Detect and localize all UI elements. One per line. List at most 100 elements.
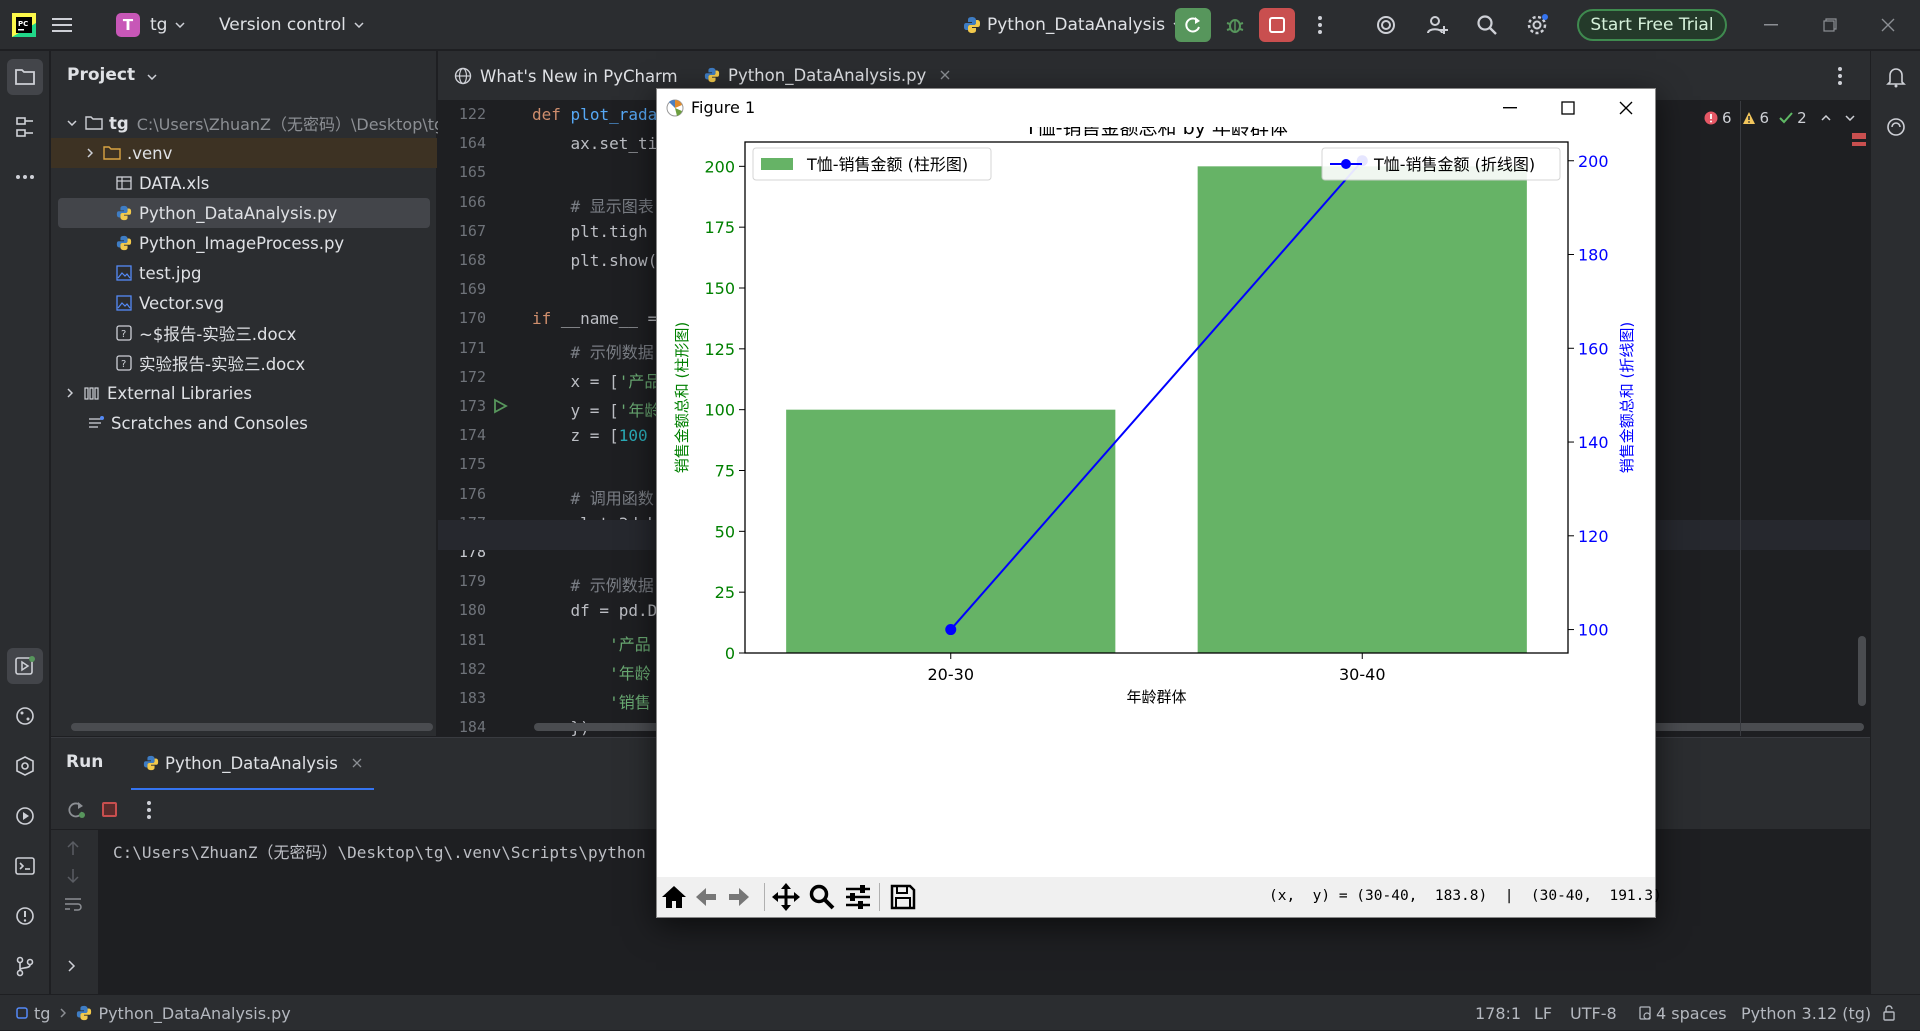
- pycharm-logo-icon[interactable]: PC: [12, 0, 36, 50]
- code-line[interactable]: x = ['产品: [532, 368, 661, 392]
- chevron-right-icon[interactable]: [68, 960, 76, 972]
- notifications-button[interactable]: [1878, 59, 1914, 95]
- code-line[interactable]: '产品: [532, 631, 651, 655]
- tree-item-test-jpg[interactable]: test.jpg: [51, 258, 437, 288]
- project-panel-title[interactable]: Project: [67, 65, 157, 85]
- code-line[interactable]: df = pd.D: [532, 601, 658, 620]
- python-packages-button[interactable]: [7, 698, 43, 734]
- search-button[interactable]: [1469, 8, 1505, 42]
- figure-minimize-button[interactable]: [1481, 89, 1539, 127]
- rerun-icon[interactable]: [66, 800, 86, 820]
- chevron-up-icon[interactable]: [1821, 115, 1831, 121]
- debug-tool-button[interactable]: [7, 798, 43, 834]
- more-horizontal-icon: [16, 175, 34, 179]
- tree-item-python-imageprocess[interactable]: Python_ImageProcess.py: [51, 228, 437, 258]
- stop-icon[interactable]: [102, 802, 117, 817]
- code-line[interactable]: # 调用函数: [532, 485, 654, 509]
- tree-item-python-dataanalysis[interactable]: Python_DataAnalysis.py: [58, 198, 430, 228]
- rerun-button[interactable]: [1175, 8, 1211, 42]
- ai-chat-button[interactable]: [1878, 109, 1914, 145]
- tree-item-root[interactable]: tg C:\Users\ZhuanZ（无密码）\Desktop\tg: [51, 108, 444, 138]
- debug-button[interactable]: [1217, 8, 1253, 42]
- more-vertical-icon[interactable]: [147, 801, 151, 819]
- python-interpreter[interactable]: Python 3.12 (tg): [1741, 995, 1871, 1031]
- configure-icon[interactable]: [845, 885, 871, 909]
- tree-item-report-docx[interactable]: ? 实验报告-实验三.docx: [51, 348, 437, 378]
- arrow-up-icon[interactable]: [66, 840, 80, 856]
- caret-position[interactable]: 178:1: [1475, 995, 1521, 1031]
- code-line[interactable]: # 示例数据: [532, 339, 654, 363]
- code-line[interactable]: def plot_rada: [532, 105, 657, 124]
- tab-whats-new[interactable]: What's New in PyCharm: [454, 51, 678, 101]
- code-line[interactable]: ax.set_ti: [532, 134, 658, 153]
- stop-button[interactable]: [1259, 8, 1295, 42]
- soft-wrap-icon[interactable]: [64, 896, 82, 912]
- arrow-down-icon[interactable]: [66, 868, 80, 884]
- code-line[interactable]: plt.tigh: [532, 222, 648, 241]
- code-line[interactable]: z = [100: [532, 426, 648, 445]
- vcs-menu[interactable]: Version control: [219, 0, 364, 50]
- code-line[interactable]: y = ['年龄: [532, 397, 661, 421]
- more-actions-button[interactable]: [1302, 8, 1338, 42]
- line-separator[interactable]: LF: [1534, 995, 1552, 1031]
- figure-close-button[interactable]: [1597, 89, 1655, 127]
- more-vertical-icon[interactable]: [1838, 67, 1842, 85]
- minimize-window-button[interactable]: [1753, 8, 1789, 42]
- run-tool-button[interactable]: [7, 648, 43, 684]
- start-free-trial-button[interactable]: Start Free Trial: [1577, 9, 1727, 41]
- terminal-tool-button[interactable]: [7, 848, 43, 884]
- tree-item-data-xls[interactable]: DATA.xls: [51, 168, 437, 198]
- figure-maximize-button[interactable]: [1539, 89, 1597, 127]
- run-config-selector[interactable]: Python_DataAnalysis: [963, 0, 1183, 50]
- settings-button[interactable]: [1519, 8, 1555, 42]
- project-tool-button[interactable]: [7, 59, 43, 95]
- run-gutter-icon[interactable]: [492, 398, 508, 414]
- chart-canvas[interactable]: 0 25 50 75 100 125 150 175 200 100 120 140 160 180 200…: [657, 127, 1655, 877]
- error-stripe-mark[interactable]: [1852, 142, 1866, 146]
- restore-window-button[interactable]: [1812, 8, 1848, 42]
- tree-item-vector-svg[interactable]: Vector.svg: [51, 288, 437, 318]
- tree-item-label: 实验报告-实验三.docx: [139, 355, 306, 374]
- code-line[interactable]: if __name__ =: [532, 309, 657, 328]
- inspection-widget[interactable]: 6 6 2: [1704, 109, 1855, 127]
- more-tools-button[interactable]: [7, 159, 43, 195]
- close-window-button[interactable]: [1870, 8, 1906, 42]
- add-user-button[interactable]: [1419, 8, 1455, 42]
- code-line[interactable]: '年龄: [532, 660, 651, 684]
- tree-item-scratches[interactable]: Scratches and Consoles: [51, 408, 437, 438]
- lock-icon[interactable]: [1882, 995, 1896, 1031]
- zoom-icon[interactable]: [809, 884, 835, 910]
- project-switcher[interactable]: T tg: [116, 0, 185, 50]
- code-line[interactable]: # 示例数据: [532, 572, 654, 596]
- code-line[interactable]: plt.show(: [532, 251, 658, 270]
- indent-setting[interactable]: 4 spaces: [1638, 995, 1727, 1031]
- file-encoding[interactable]: UTF-8: [1570, 995, 1617, 1031]
- pan-icon[interactable]: [772, 883, 800, 911]
- tree-item-venv[interactable]: .venv: [51, 138, 437, 168]
- horizontal-scrollbar[interactable]: [71, 723, 433, 731]
- vertical-scrollbar[interactable]: [1858, 636, 1866, 706]
- error-stripe-mark[interactable]: [1852, 133, 1866, 139]
- run-icon: [14, 655, 36, 677]
- structure-tool-button[interactable]: [7, 109, 43, 145]
- close-tab-icon[interactable]: [940, 70, 950, 80]
- tree-item-temp-docx[interactable]: ? ~$报告-实验三.docx: [51, 318, 437, 348]
- git-tool-button[interactable]: [7, 948, 43, 984]
- services-tool-button[interactable]: [7, 748, 43, 784]
- line-number: 180: [458, 601, 486, 620]
- save-icon[interactable]: [890, 884, 916, 910]
- back-icon[interactable]: [694, 885, 718, 909]
- ai-assistant-button[interactable]: [1368, 8, 1404, 42]
- home-icon[interactable]: [661, 884, 687, 910]
- code-line[interactable]: # 显示图表: [532, 193, 654, 217]
- code-line[interactable]: '销售: [532, 689, 651, 713]
- left-tool-strip: [0, 51, 50, 994]
- problems-tool-button[interactable]: [7, 898, 43, 934]
- breadcrumb[interactable]: tg Python_DataAnalysis.py: [16, 995, 291, 1031]
- close-tab-icon[interactable]: [352, 758, 362, 768]
- chevron-down-icon[interactable]: [1845, 115, 1855, 121]
- forward-icon[interactable]: [727, 885, 751, 909]
- run-tab[interactable]: Python_DataAnalysis: [131, 738, 374, 790]
- tree-item-external-libraries[interactable]: External Libraries: [51, 378, 437, 408]
- hamburger-menu-icon[interactable]: [52, 0, 72, 50]
